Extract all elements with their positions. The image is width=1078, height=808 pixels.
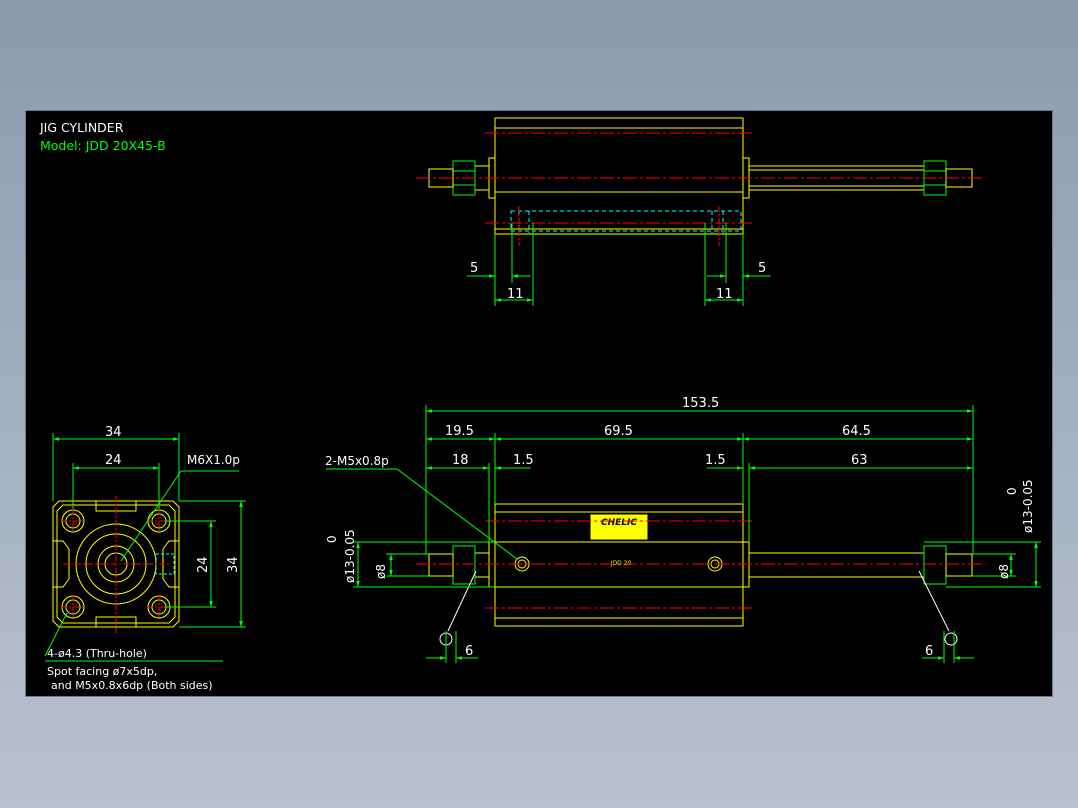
dim-right-segment: 64.5	[842, 424, 871, 439]
note-line-2: and M5x0.8x6dp (Both sides)	[51, 679, 213, 692]
dim-end-height-inner: 24	[196, 556, 211, 573]
rod-dia-right: ø8	[997, 564, 1011, 579]
tol-right-lower: ø13-0.05	[1021, 479, 1035, 533]
dim-end-width-outer: 34	[105, 425, 122, 440]
dim-bottom-left: 6	[465, 644, 473, 659]
brand-label: CHELIC	[601, 518, 637, 528]
thread-callout: M6X1.0p	[187, 453, 240, 467]
front-view: CHELIC JDD 20 153.5 19.5 69.5 64.5 18 1.…	[325, 396, 1041, 663]
dim-left-rod: 18	[452, 453, 469, 468]
dim-right-rod: 63	[851, 453, 868, 468]
tol-left-lower: ø13-0.05	[343, 529, 357, 583]
cad-drawing-canvas: JIG CYLINDER Model: JDD 20X45-B 5 11 5 1…	[25, 110, 1053, 697]
drawing-svg: JIG CYLINDER Model: JDD 20X45-B 5 11 5 1…	[39, 117, 1041, 692]
dim-overall-length: 153.5	[682, 396, 719, 411]
dim-top-right-large: 11	[716, 287, 733, 302]
dim-end-width-inner: 24	[105, 453, 122, 468]
tol-left-upper: 0	[325, 535, 339, 543]
dim-end-height-outer: 34	[226, 556, 241, 573]
dim-left-gap: 1.5	[513, 453, 534, 468]
rod-dia-left: ø8	[374, 564, 388, 579]
hole-callout: 4-ø4.3 (Thru-hole)	[47, 647, 147, 660]
dim-bottom-right: 6	[925, 644, 933, 659]
end-view: 34 24 M6X1.0p 24 34 4-ø4.3 (Thru-hole) S…	[44, 425, 246, 692]
dim-top-left-small: 5	[470, 261, 478, 276]
port-callout: 2-M5x0.8p	[325, 454, 389, 468]
drawing-model: Model: JDD 20X45-B	[40, 138, 166, 153]
dim-left-segment: 19.5	[445, 424, 474, 439]
note-line-1: Spot facing ø7x5dp,	[47, 665, 157, 678]
dim-body-length: 69.5	[604, 424, 633, 439]
dim-top-left-large: 11	[507, 287, 524, 302]
dim-top-right-small: 5	[758, 261, 766, 276]
dim-right-gap: 1.5	[705, 453, 726, 468]
top-view: 5 11 5 11	[416, 117, 986, 306]
drawing-title: JIG CYLINDER	[39, 120, 124, 135]
tol-right-upper: 0	[1005, 487, 1019, 495]
